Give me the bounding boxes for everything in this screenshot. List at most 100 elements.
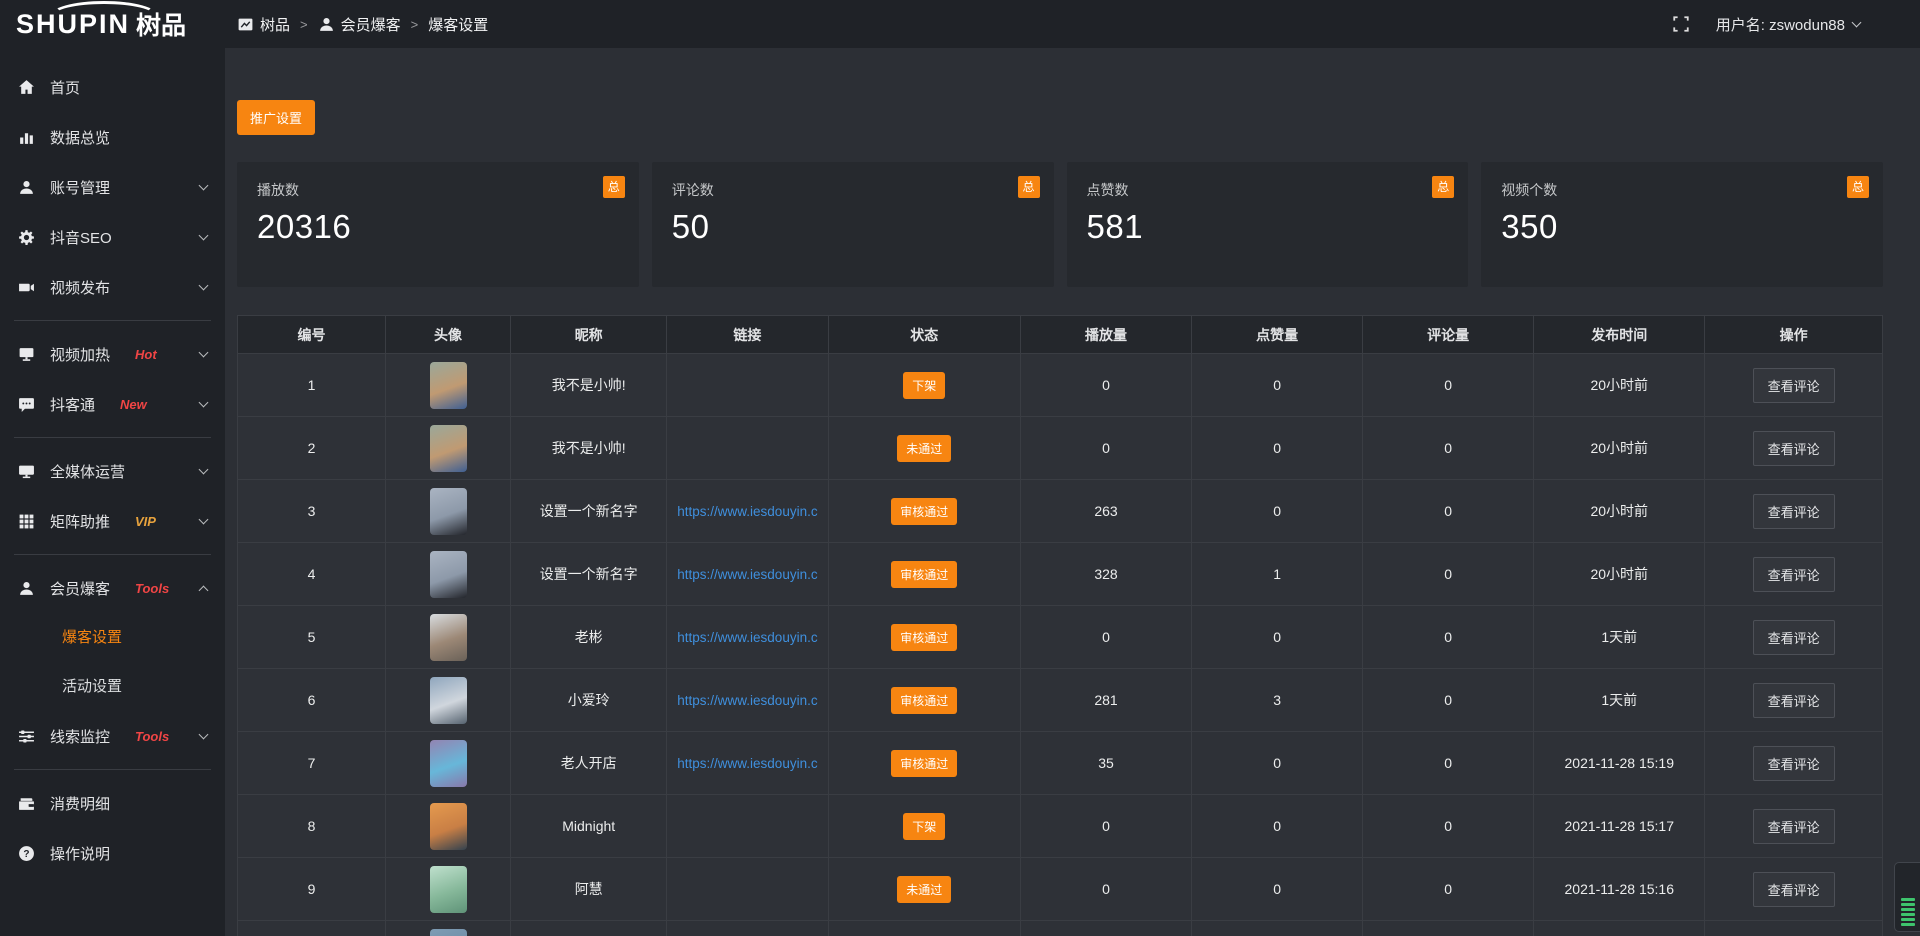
sidebar-item-9[interactable]: 矩阵助推 VIP	[0, 496, 225, 546]
sidebar-item-12[interactable]: 消费明细	[0, 778, 225, 828]
cell-comments: 0	[1363, 606, 1534, 669]
view-comments-button[interactable]: 查看评论	[1753, 683, 1835, 718]
sidebar-item-13[interactable]: ? 操作说明	[0, 828, 225, 878]
cell-avatar	[386, 480, 511, 543]
cell-nickname	[511, 921, 667, 936]
chat-icon	[18, 396, 35, 413]
video-link[interactable]: https://www.iesdouyin.c	[667, 630, 827, 645]
cell-likes: 0	[1192, 480, 1363, 543]
sidebar-subitem-活动设置[interactable]: 活动设置	[0, 662, 225, 711]
cell-nickname: 阿慧	[511, 858, 667, 921]
chevron-down-icon	[199, 181, 209, 191]
sidebar-item-4[interactable]: 抖音SEO	[0, 212, 225, 262]
logo[interactable]: SHUPIN 树品	[0, 0, 225, 48]
topbar-right: 用户名: zswodun88	[1672, 14, 1860, 35]
cell-link	[667, 417, 828, 480]
avatar	[430, 425, 467, 472]
video-link[interactable]: https://www.iesdouyin.c	[667, 693, 827, 708]
view-comments-button[interactable]: 查看评论	[1753, 809, 1835, 844]
avatar	[430, 929, 467, 936]
sidebar-item-2[interactable]: 数据总览	[0, 112, 225, 162]
sidebar-item-5[interactable]: 视频发布	[0, 262, 225, 312]
cell-plays: 35	[1020, 732, 1191, 795]
view-comments-button[interactable]: 查看评论	[1753, 431, 1835, 466]
total-badge: 总	[1432, 176, 1454, 198]
cell-time: 20小时前	[1534, 543, 1705, 606]
video-link[interactable]: https://www.iesdouyin.c	[667, 567, 827, 582]
user-icon	[318, 16, 335, 33]
status-badge: 审核通过	[891, 687, 957, 714]
cell-link	[667, 921, 828, 936]
stat-card-1: 播放数 20316 总	[237, 162, 639, 287]
view-comments-button[interactable]: 查看评论	[1753, 746, 1835, 781]
cell-likes: 0	[1192, 858, 1363, 921]
sidebar-item-1[interactable]: 首页	[0, 62, 225, 112]
table-row: 2 我不是小帅! 未通过 0 0 0 20小时前 查看评论	[238, 417, 1883, 480]
stat-card-2: 评论数 50 总	[652, 162, 1054, 287]
column-header: 编号	[238, 316, 386, 354]
breadcrumb-label: 爆客设置	[428, 14, 488, 35]
table-row: 9 阿慧 未通过 0 0 0 2021-11-28 15:16 查看评论	[238, 858, 1883, 921]
chevron-down-icon	[199, 348, 209, 358]
sidebar-item-11[interactable]: 线索监控 Tools	[0, 711, 225, 761]
table-row: 6 小爱玲 https://www.iesdouyin.c 审核通过 281 3…	[238, 669, 1883, 732]
view-comments-button[interactable]: 查看评论	[1753, 368, 1835, 403]
stat-card-3: 点赞数 581 总	[1067, 162, 1469, 287]
cell-status: 审核通过	[828, 480, 1020, 543]
user-icon	[18, 179, 35, 196]
video-link[interactable]: https://www.iesdouyin.c	[667, 504, 827, 519]
divider	[14, 769, 211, 770]
total-badge: 总	[1847, 176, 1869, 198]
cell-avatar	[386, 417, 511, 480]
fullscreen-icon[interactable]	[1672, 15, 1690, 33]
breadcrumb-label: 树品	[260, 14, 290, 35]
member-icon	[18, 580, 35, 597]
cell-comments: 0	[1363, 417, 1534, 480]
sidebar-item-badge: Tools	[135, 581, 169, 596]
sidebar-item-3[interactable]: 账号管理	[0, 162, 225, 212]
cell-nickname: 设置一个新名字	[511, 543, 667, 606]
sidebar-item-7[interactable]: 抖客通 New	[0, 379, 225, 429]
main-area: 推广设置 播放数 20316 总 评论数 50 总 点赞数 581 总 视频个数…	[225, 48, 1920, 936]
cell-nickname: Midnight	[511, 795, 667, 858]
cell-likes	[1192, 921, 1363, 936]
view-comments-button[interactable]: 查看评论	[1753, 872, 1835, 907]
cell-nickname: 我不是小帅!	[511, 354, 667, 417]
column-header: 头像	[386, 316, 511, 354]
breadcrumb-item-2[interactable]: 会员爆客	[318, 14, 401, 35]
view-comments-button[interactable]: 查看评论	[1753, 620, 1835, 655]
column-header: 点赞量	[1192, 316, 1363, 354]
floating-widget[interactable]	[1894, 862, 1920, 932]
sidebar-item-6[interactable]: 视频加热 Hot	[0, 329, 225, 379]
video-link[interactable]: https://www.iesdouyin.c	[667, 756, 827, 771]
breadcrumb-item-1[interactable]: 树品	[237, 14, 290, 35]
chart-icon	[18, 129, 35, 146]
stat-label: 播放数	[257, 180, 619, 200]
stat-value: 20316	[257, 208, 619, 246]
promo-settings-button[interactable]: 推广设置	[237, 100, 315, 135]
grid-icon	[18, 513, 35, 530]
stat-card-4: 视频个数 350 总	[1481, 162, 1883, 287]
breadcrumb-item-3[interactable]: 爆客设置	[428, 14, 488, 35]
avatar	[430, 551, 467, 598]
sidebar-item-8[interactable]: 全媒体运营	[0, 446, 225, 496]
wallet-icon	[18, 795, 35, 812]
view-comments-button[interactable]: 查看评论	[1753, 494, 1835, 529]
cell-avatar	[386, 543, 511, 606]
sidebar: SHUPIN 树品 首页 数据总览 账号管理 抖音SEO 视频发布 视频加热 H…	[0, 0, 225, 936]
view-comments-button[interactable]: 查看评论	[1753, 557, 1835, 592]
column-header: 昵称	[511, 316, 667, 354]
user-menu[interactable]: 用户名: zswodun88	[1716, 14, 1860, 35]
sidebar-item-10[interactable]: 会员爆客 Tools	[0, 563, 225, 613]
cell-time: 20小时前	[1534, 417, 1705, 480]
video-icon	[18, 279, 35, 296]
status-badge: 审核通过	[891, 561, 957, 588]
cell-id: 3	[238, 480, 386, 543]
sidebar-subitem-爆客设置[interactable]: 爆客设置	[0, 613, 225, 662]
cell-comments: 0	[1363, 543, 1534, 606]
cell-plays: 281	[1020, 669, 1191, 732]
sidebar-item-label: 全媒体运营	[50, 461, 125, 482]
stat-label: 点赞数	[1087, 180, 1449, 200]
cell-action: 查看评论	[1705, 795, 1883, 858]
sidebar-item-label: 操作说明	[50, 843, 110, 864]
